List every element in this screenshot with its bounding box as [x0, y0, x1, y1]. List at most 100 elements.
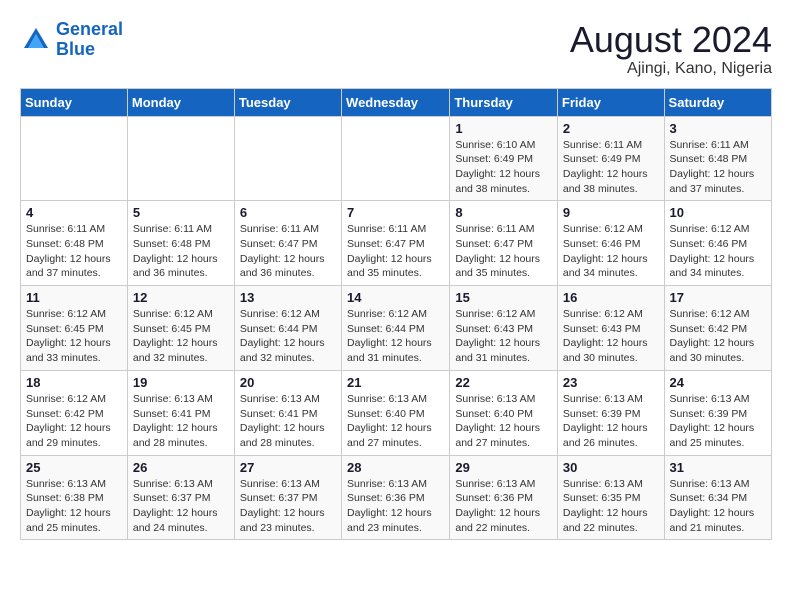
- day-info: Sunrise: 6:12 AM Sunset: 6:44 PM Dayligh…: [240, 307, 336, 366]
- calendar-cell: 10 Sunrise: 6:12 AM Sunset: 6:46 PM Dayli…: [664, 201, 771, 286]
- calendar-cell: 26Sunrise: 6:13 AM Sunset: 6:37 PM Dayli…: [127, 455, 234, 540]
- day-info: Sunrise: 6:12 AM Sunset: 6:42 PM Dayligh…: [670, 307, 766, 366]
- day-info: Sunrise: 6:13 AM Sunset: 6:34 PM Dayligh…: [670, 477, 766, 536]
- day-number: 24: [670, 375, 766, 390]
- day-number: 19: [133, 375, 229, 390]
- day-number: 23: [563, 375, 659, 390]
- weekday-header-row: SundayMondayTuesdayWednesdayThursdayFrid…: [21, 88, 772, 116]
- logo-line1: General: [56, 19, 123, 39]
- day-number: 28: [347, 460, 444, 475]
- day-number: 6: [240, 205, 336, 220]
- day-number: 17: [670, 290, 766, 305]
- day-number: 18: [26, 375, 122, 390]
- day-number: 16: [563, 290, 659, 305]
- day-number: 13: [240, 290, 336, 305]
- calendar-cell: 17 Sunrise: 6:12 AM Sunset: 6:42 PM Dayli…: [664, 286, 771, 371]
- calendar-cell: 22 Sunrise: 6:13 AM Sunset: 6:40 PM Dayli…: [450, 370, 558, 455]
- day-number: 12: [133, 290, 229, 305]
- title-block: August 2024 Ajingi, Kano, Nigeria: [570, 20, 772, 78]
- day-number: 10: [670, 205, 766, 220]
- calendar-cell: 24 Sunrise: 6:13 AM Sunset: 6:39 PM Dayli…: [664, 370, 771, 455]
- day-number: 27: [240, 460, 336, 475]
- day-info: Sunrise: 6:13 AM Sunset: 6:36 PM Dayligh…: [347, 477, 444, 536]
- day-number: 30: [563, 460, 659, 475]
- logo: General Blue: [20, 20, 123, 60]
- day-info: Sunrise: 6:13 AM Sunset: 6:39 PM Dayligh…: [670, 392, 766, 451]
- weekday-header: Friday: [557, 88, 664, 116]
- day-info: Sunrise: 6:12 AM Sunset: 6:45 PM Dayligh…: [26, 307, 122, 366]
- calendar-cell: 14Sunrise: 6:12 AM Sunset: 6:44 PM Dayli…: [342, 286, 450, 371]
- calendar-week-row: 18Sunrise: 6:12 AM Sunset: 6:42 PM Dayli…: [21, 370, 772, 455]
- weekday-header: Monday: [127, 88, 234, 116]
- day-number: 31: [670, 460, 766, 475]
- month-year: August 2024: [570, 20, 772, 60]
- day-number: 7: [347, 205, 444, 220]
- day-info: Sunrise: 6:12 AM Sunset: 6:43 PM Dayligh…: [455, 307, 552, 366]
- day-number: 4: [26, 205, 122, 220]
- day-info: Sunrise: 6:12 AM Sunset: 6:46 PM Dayligh…: [670, 222, 766, 281]
- day-info: Sunrise: 6:13 AM Sunset: 6:36 PM Dayligh…: [455, 477, 552, 536]
- day-number: 8: [455, 205, 552, 220]
- day-number: 2: [563, 121, 659, 136]
- calendar-week-row: 25 Sunrise: 6:13 AM Sunset: 6:38 PM Dayli…: [21, 455, 772, 540]
- weekday-header: Wednesday: [342, 88, 450, 116]
- day-info: Sunrise: 6:11 AM Sunset: 6:48 PM Dayligh…: [133, 222, 229, 281]
- calendar-cell: 3 Sunrise: 6:11 AM Sunset: 6:48 PM Daylig…: [664, 116, 771, 201]
- day-number: 5: [133, 205, 229, 220]
- calendar-cell: 29Sunrise: 6:13 AM Sunset: 6:36 PM Dayli…: [450, 455, 558, 540]
- calendar-table: SundayMondayTuesdayWednesdayThursdayFrid…: [20, 88, 772, 541]
- day-info: Sunrise: 6:13 AM Sunset: 6:40 PM Dayligh…: [347, 392, 444, 451]
- calendar-cell: 28 Sunrise: 6:13 AM Sunset: 6:36 PM Dayli…: [342, 455, 450, 540]
- calendar-cell: 15 Sunrise: 6:12 AM Sunset: 6:43 PM Dayli…: [450, 286, 558, 371]
- day-number: 21: [347, 375, 444, 390]
- calendar-cell: 21 Sunrise: 6:13 AM Sunset: 6:40 PM Dayli…: [342, 370, 450, 455]
- day-info: Sunrise: 6:13 AM Sunset: 6:37 PM Dayligh…: [240, 477, 336, 536]
- day-info: Sunrise: 6:13 AM Sunset: 6:38 PM Dayligh…: [26, 477, 122, 536]
- day-number: 9: [563, 205, 659, 220]
- weekday-header: Thursday: [450, 88, 558, 116]
- calendar-body: 1Sunrise: 6:10 AM Sunset: 6:49 PM Daylig…: [21, 116, 772, 540]
- calendar-cell: 13 Sunrise: 6:12 AM Sunset: 6:44 PM Dayli…: [234, 286, 341, 371]
- calendar-cell: 30 Sunrise: 6:13 AM Sunset: 6:35 PM Dayli…: [557, 455, 664, 540]
- day-number: 11: [26, 290, 122, 305]
- day-info: Sunrise: 6:11 AM Sunset: 6:47 PM Dayligh…: [240, 222, 336, 281]
- calendar-cell: 6 Sunrise: 6:11 AM Sunset: 6:47 PM Daylig…: [234, 201, 341, 286]
- day-number: 25: [26, 460, 122, 475]
- day-info: Sunrise: 6:12 AM Sunset: 6:45 PM Dayligh…: [133, 307, 229, 366]
- day-number: 22: [455, 375, 552, 390]
- calendar-cell: 18Sunrise: 6:12 AM Sunset: 6:42 PM Dayli…: [21, 370, 128, 455]
- calendar-week-row: 11 Sunrise: 6:12 AM Sunset: 6:45 PM Dayli…: [21, 286, 772, 371]
- location: Ajingi, Kano, Nigeria: [570, 60, 772, 78]
- calendar-cell: 16 Sunrise: 6:12 AM Sunset: 6:43 PM Dayli…: [557, 286, 664, 371]
- day-number: 15: [455, 290, 552, 305]
- day-info: Sunrise: 6:13 AM Sunset: 6:35 PM Dayligh…: [563, 477, 659, 536]
- logo-line2: Blue: [56, 39, 95, 59]
- calendar-cell: 5 Sunrise: 6:11 AM Sunset: 6:48 PM Daylig…: [127, 201, 234, 286]
- day-info: Sunrise: 6:11 AM Sunset: 6:47 PM Dayligh…: [347, 222, 444, 281]
- day-info: Sunrise: 6:12 AM Sunset: 6:44 PM Dayligh…: [347, 307, 444, 366]
- day-info: Sunrise: 6:13 AM Sunset: 6:41 PM Dayligh…: [240, 392, 336, 451]
- calendar-cell: 8 Sunrise: 6:11 AM Sunset: 6:47 PM Daylig…: [450, 201, 558, 286]
- calendar-cell: 4Sunrise: 6:11 AM Sunset: 6:48 PM Daylig…: [21, 201, 128, 286]
- day-info: Sunrise: 6:13 AM Sunset: 6:40 PM Dayligh…: [455, 392, 552, 451]
- day-number: 26: [133, 460, 229, 475]
- day-info: Sunrise: 6:13 AM Sunset: 6:41 PM Dayligh…: [133, 392, 229, 451]
- calendar-cell: [21, 116, 128, 201]
- day-number: 1: [455, 121, 552, 136]
- day-info: Sunrise: 6:11 AM Sunset: 6:47 PM Dayligh…: [455, 222, 552, 281]
- logo-text: General Blue: [56, 20, 123, 60]
- day-info: Sunrise: 6:11 AM Sunset: 6:48 PM Dayligh…: [670, 138, 766, 197]
- weekday-header: Tuesday: [234, 88, 341, 116]
- calendar-cell: 7 Sunrise: 6:11 AM Sunset: 6:47 PM Daylig…: [342, 201, 450, 286]
- calendar-cell: 1Sunrise: 6:10 AM Sunset: 6:49 PM Daylig…: [450, 116, 558, 201]
- calendar-cell: [234, 116, 341, 201]
- calendar-cell: 27 Sunrise: 6:13 AM Sunset: 6:37 PM Dayli…: [234, 455, 341, 540]
- day-number: 3: [670, 121, 766, 136]
- day-info: Sunrise: 6:12 AM Sunset: 6:46 PM Dayligh…: [563, 222, 659, 281]
- calendar-cell: 12 Sunrise: 6:12 AM Sunset: 6:45 PM Dayli…: [127, 286, 234, 371]
- page-header: General Blue August 2024 Ajingi, Kano, N…: [20, 20, 772, 78]
- day-info: Sunrise: 6:12 AM Sunset: 6:43 PM Dayligh…: [563, 307, 659, 366]
- day-number: 20: [240, 375, 336, 390]
- day-info: Sunrise: 6:13 AM Sunset: 6:39 PM Dayligh…: [563, 392, 659, 451]
- calendar-cell: [127, 116, 234, 201]
